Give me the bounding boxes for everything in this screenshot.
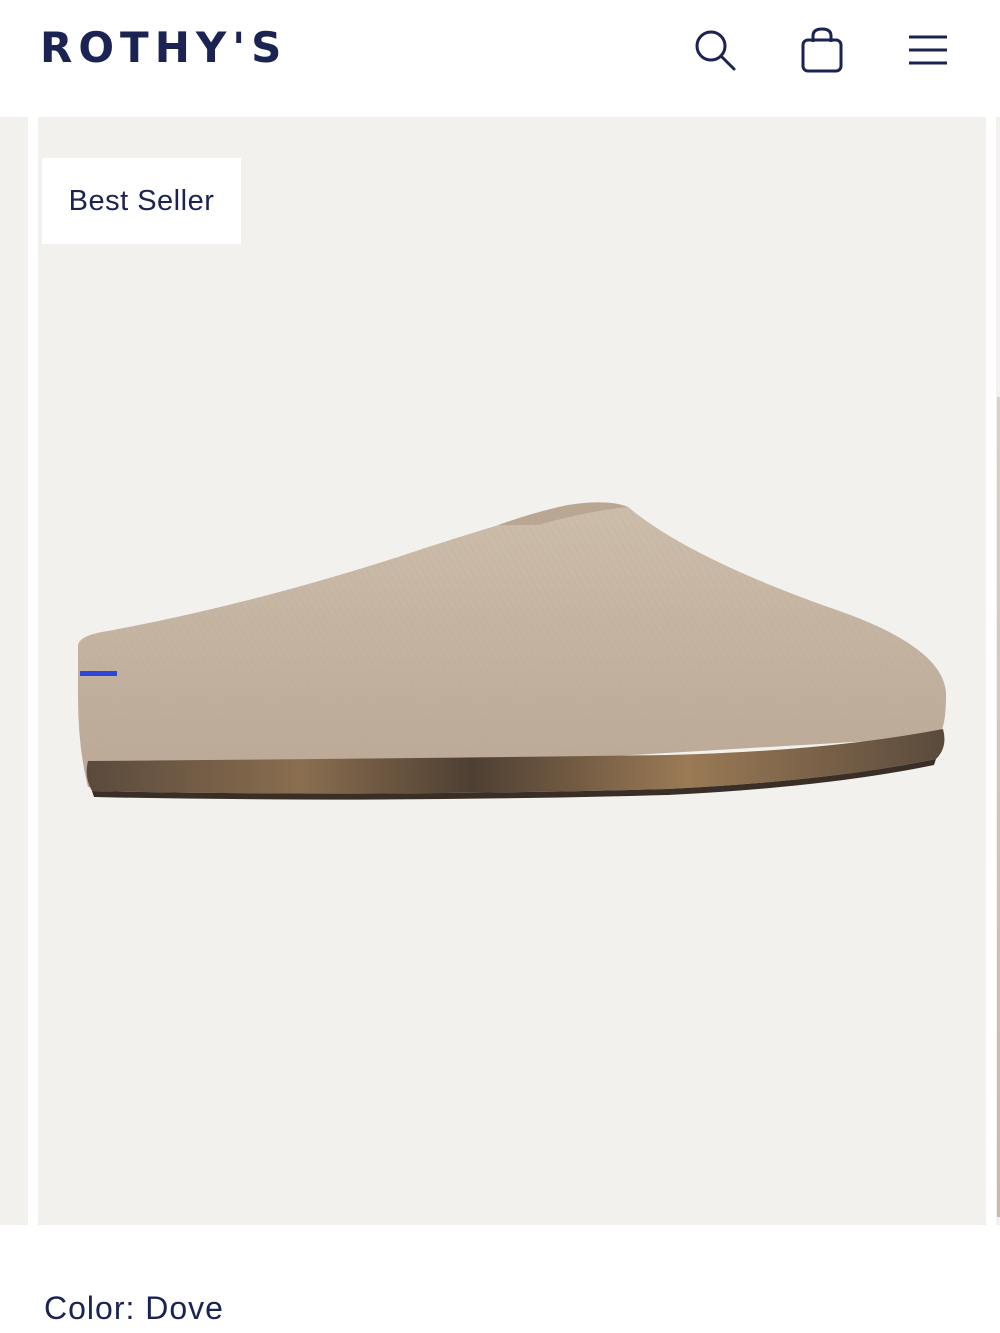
search-button[interactable]: [685, 20, 745, 80]
shopping-bag-icon: [801, 27, 843, 73]
brand-logo[interactable]: ROTHY'S: [40, 22, 287, 74]
selected-color-label: Color: Dove: [44, 1290, 224, 1326]
best-seller-badge: Best Seller: [42, 158, 241, 244]
menu-button[interactable]: [898, 20, 958, 80]
hamburger-menu-icon: [909, 35, 947, 65]
previous-slide-peek[interactable]: [0, 117, 28, 1225]
search-icon: [695, 30, 736, 71]
product-clog-image: [78, 502, 947, 800]
product-image-slide[interactable]: Best Seller: [38, 117, 986, 1225]
next-slide-peek[interactable]: [996, 117, 1000, 1225]
product-image-carousel[interactable]: Best Seller: [0, 117, 1000, 1225]
cart-button[interactable]: [792, 20, 852, 80]
site-header: ROTHY'S: [0, 0, 1000, 117]
